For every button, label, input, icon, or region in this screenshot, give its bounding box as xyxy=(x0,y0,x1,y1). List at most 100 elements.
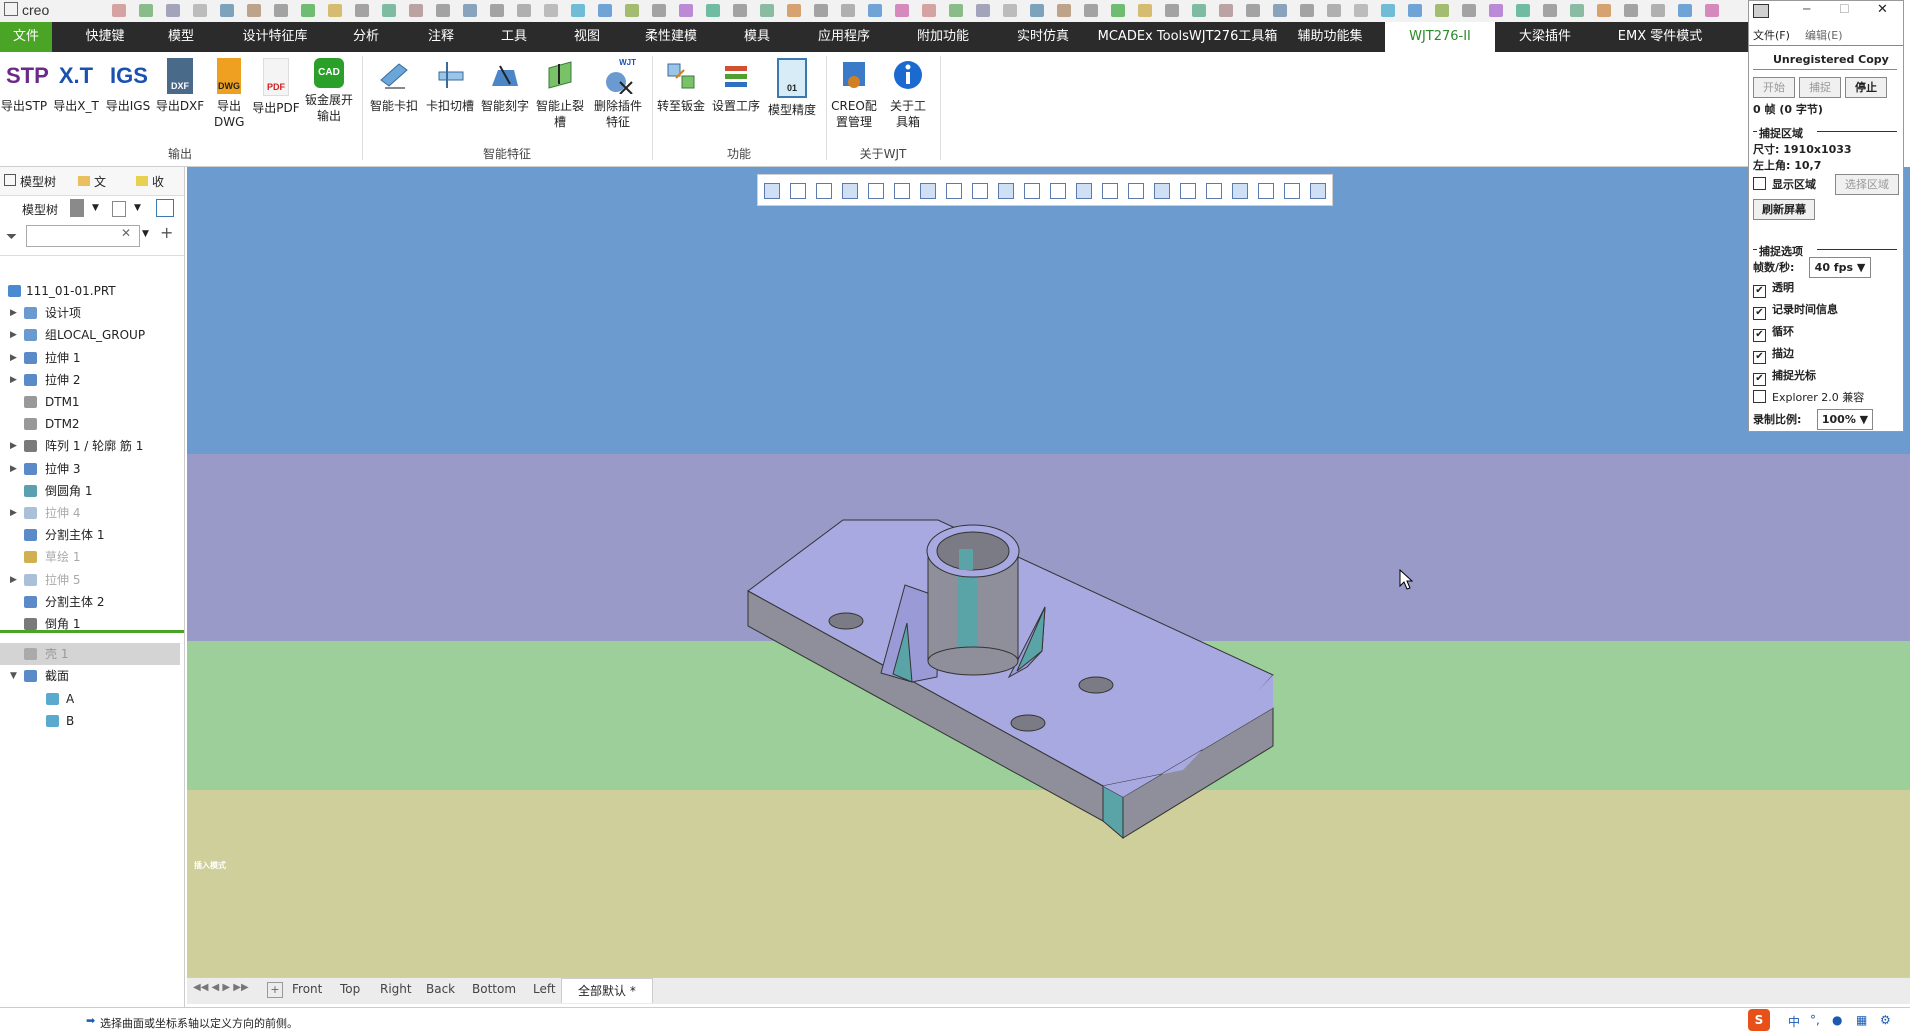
tab-design-feature-lib[interactable]: 设计特征库 xyxy=(225,22,325,52)
view-tab-top[interactable]: Top xyxy=(340,982,360,996)
toolbar-tool-icon[interactable] xyxy=(733,4,747,17)
toolbar-tool-icon[interactable] xyxy=(1678,4,1692,17)
ime-toolbar[interactable]: S 中 °, ● ▦ ⚙ xyxy=(1748,1008,1910,1034)
tab-tools[interactable]: 工具 xyxy=(488,22,540,52)
tab-analysis[interactable]: 分析 xyxy=(340,22,392,52)
tab-mcadex-tools[interactable]: MCADEx ToolsWJT276工具箱 xyxy=(1090,22,1285,52)
scale-select[interactable]: 100% ▼ xyxy=(1817,409,1873,430)
toolbar-tool-icon[interactable] xyxy=(490,4,504,17)
tree-item[interactable]: DTM1 xyxy=(0,391,180,413)
expand-arrow-icon[interactable]: ▶ xyxy=(10,347,17,369)
tab-model-tree[interactable]: 模型树 xyxy=(4,172,56,192)
capture-option-checkbox[interactable]: ✔ 透明 xyxy=(1753,279,1794,298)
export-dwg-button[interactable]: DWG 导出DWG xyxy=(203,58,255,130)
add-icon[interactable]: + xyxy=(160,223,173,242)
tree-item[interactable]: 分割主体 2 xyxy=(0,591,180,613)
toolbar-tool-icon[interactable] xyxy=(1516,4,1530,17)
refresh-screen-button[interactable]: 刷新屏幕 xyxy=(1753,199,1815,220)
toolbar-tool-icon[interactable] xyxy=(1489,4,1503,17)
menu-file[interactable]: 文件(F) xyxy=(1753,27,1790,43)
toolbar-tool-icon[interactable] xyxy=(1273,4,1287,17)
toolbar-tool-icon[interactable] xyxy=(1084,4,1098,17)
tab-aux-functions[interactable]: 辅助功能集 xyxy=(1290,22,1370,52)
tree-item[interactable]: B xyxy=(0,710,180,732)
toolbar-tool-icon[interactable] xyxy=(706,4,720,17)
toolbar-tool-icon[interactable] xyxy=(382,4,396,17)
checkbox-checked-icon[interactable]: ✔ xyxy=(1753,285,1766,298)
toolbar-tool-icon[interactable] xyxy=(1543,4,1557,17)
graphics-viewport[interactable]: 插入模式 xyxy=(187,167,1910,977)
view-tab-all-default[interactable]: 全部默认 * xyxy=(561,978,653,1003)
toolbar-tool-icon[interactable] xyxy=(1570,4,1584,17)
export-pdf-button[interactable]: PDF 导出PDF xyxy=(250,58,302,116)
toolbar-tool-icon[interactable] xyxy=(976,4,990,17)
chevron-down-icon[interactable]: ▼ xyxy=(142,229,149,239)
tree-item[interactable]: DTM2 xyxy=(0,413,180,435)
tree-item[interactable]: 草绘 1 xyxy=(0,546,180,568)
tree-item[interactable]: ▶ 拉伸 4 xyxy=(0,502,180,524)
toolbar-tool-icon[interactable] xyxy=(1327,4,1341,17)
toolbar-tool-icon[interactable] xyxy=(922,4,936,17)
tree-item[interactable]: A xyxy=(0,688,180,710)
toolbar-tool-icon[interactable] xyxy=(1597,4,1611,17)
capture-option-checkbox[interactable]: ✔ 描边 xyxy=(1753,345,1794,364)
smart-relief-slot-button[interactable]: 智能止裂槽 xyxy=(534,58,586,130)
tree-settings-icon[interactable] xyxy=(70,199,84,217)
keyboard-icon[interactable]: ▦ xyxy=(1856,1013,1867,1027)
tab-files[interactable]: 文 xyxy=(78,172,106,192)
toolbar-tool-icon[interactable] xyxy=(544,4,558,17)
toolbar-tool-icon[interactable] xyxy=(1003,4,1017,17)
toolbar-tool-icon[interactable] xyxy=(1462,4,1476,17)
tree-item[interactable]: ▶ 设计项 xyxy=(0,302,180,324)
capture-option-checkbox[interactable]: ✔ 捕捉光标 xyxy=(1753,367,1816,386)
tab-file[interactable]: 文件 xyxy=(0,22,52,52)
capture-button[interactable]: 捕捉 xyxy=(1799,77,1841,98)
tree-insert-divider[interactable] xyxy=(0,630,184,633)
view-tab-front[interactable]: Front xyxy=(292,982,322,996)
tab-wjt276-ii[interactable]: WJT276-II xyxy=(1385,22,1495,52)
tab-applications[interactable]: 应用程序 xyxy=(808,22,880,52)
tree-item[interactable]: 壳 1 xyxy=(0,643,180,666)
clear-search-icon[interactable]: ✕ xyxy=(121,226,131,240)
tab-view[interactable]: 视图 xyxy=(561,22,613,52)
toolbar-tool-icon[interactable] xyxy=(1651,4,1665,17)
checkbox-checked-icon[interactable]: ✔ xyxy=(1753,351,1766,364)
toolbar-tool-icon[interactable] xyxy=(301,4,315,17)
toolbar-tool-icon[interactable] xyxy=(625,4,639,17)
punctuation-icon[interactable]: °, xyxy=(1810,1013,1820,1027)
microphone-icon[interactable]: ● xyxy=(1832,1013,1842,1027)
capture-option-checkbox[interactable]: Explorer 2.0 兼容 xyxy=(1753,389,1864,405)
toolbar-tool-icon[interactable] xyxy=(1111,4,1125,17)
smart-engrave-button[interactable]: 智能刻字 xyxy=(479,58,531,114)
toolbar-tool-icon[interactable] xyxy=(949,4,963,17)
toolbar-tool-icon[interactable] xyxy=(1030,4,1044,17)
tree-item[interactable]: ▶ 阵列 1 / 轮廓 筋 1 xyxy=(0,435,180,457)
toolbar-tool-icon[interactable] xyxy=(1354,4,1368,17)
toolbar-tool-icon[interactable] xyxy=(814,4,828,17)
toolbar-tool-icon[interactable] xyxy=(355,4,369,17)
chevron-down-icon[interactable]: ▼ xyxy=(134,203,141,213)
tree-item[interactable]: 111_01-01.PRT xyxy=(0,280,180,302)
tab-scroll-arrows-icon[interactable]: ◀◀ ◀ ▶ ▶▶ xyxy=(193,982,249,993)
toolbar-tool-icon[interactable] xyxy=(139,4,153,17)
checkbox-unchecked-icon[interactable] xyxy=(1753,390,1766,403)
toolbar-tool-icon[interactable] xyxy=(1300,4,1314,17)
toolbar-tool-icon[interactable] xyxy=(220,4,234,17)
select-area-button[interactable]: 选择区域 xyxy=(1835,174,1899,195)
show-area-checkbox[interactable]: 显示区域 xyxy=(1753,176,1816,192)
stop-button[interactable]: 停止 xyxy=(1845,77,1887,98)
chinese-mode-icon[interactable]: 中 xyxy=(1788,1013,1800,1030)
chevron-down-icon[interactable]: ▼ xyxy=(92,203,99,213)
toolbar-tool-icon[interactable] xyxy=(193,4,207,17)
tree-item[interactable]: ▶ 组LOCAL_GROUP xyxy=(0,324,180,346)
tree-item[interactable]: 分割主体 1 xyxy=(0,524,180,546)
model-precision-button[interactable]: 01 模型精度 xyxy=(766,58,818,118)
tree-item[interactable]: ▶ 拉伸 3 xyxy=(0,458,180,480)
ime-settings-icon[interactable]: ⚙ xyxy=(1880,1013,1891,1027)
tab-favorites[interactable]: 收 xyxy=(136,172,164,192)
toolbar-tool-icon[interactable] xyxy=(1381,4,1395,17)
toolbar-tool-icon[interactable] xyxy=(1192,4,1206,17)
toolbar-tool-icon[interactable] xyxy=(760,4,774,17)
view-tab-back[interactable]: Back xyxy=(426,982,455,996)
tab-mold[interactable]: 模具 xyxy=(726,22,788,52)
